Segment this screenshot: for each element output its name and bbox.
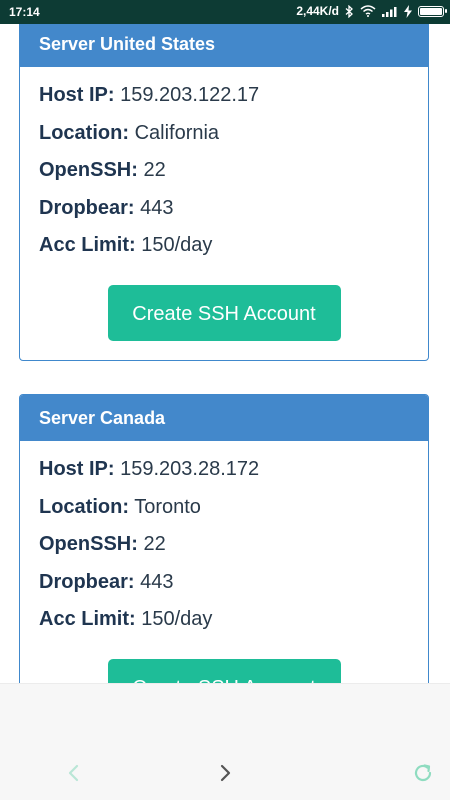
status-icons: 2,44K/d	[296, 4, 447, 18]
dropbear-value: 443	[140, 570, 174, 593]
openssh-row: OpenSSH: 22	[39, 152, 409, 190]
dropbear-label: Dropbear:	[39, 570, 135, 593]
forward-icon[interactable]	[207, 755, 243, 791]
back-icon[interactable]	[56, 755, 92, 791]
location-row: Location: Toronto	[39, 489, 409, 527]
server-card-title: Server Canada	[20, 395, 428, 441]
host-ip-value: 159.203.28.172	[120, 458, 260, 480]
signal-icon	[382, 6, 398, 17]
status-time: 17:14	[9, 5, 40, 19]
server-card-details: Host IP: 159.203.28.172 Location: Toront…	[20, 441, 428, 683]
acc-limit-label: Acc Limit:	[39, 608, 136, 630]
server-card-title: Server United States	[20, 24, 428, 67]
openssh-value: 22	[143, 533, 166, 555]
host-ip-row: Host IP: 159.203.122.17	[39, 77, 409, 115]
openssh-label: OpenSSH:	[39, 159, 138, 181]
acc-limit-value: 150/day	[141, 234, 213, 256]
create-ssh-account-button[interactable]: Create SSH Account	[107, 658, 341, 683]
location-row: Location: California	[39, 115, 409, 153]
battery-icon	[418, 5, 447, 17]
host-ip-label: Host IP:	[39, 458, 115, 480]
dropbear-row: Dropbear: 443	[39, 564, 409, 602]
acc-limit-value: 150/day	[141, 608, 213, 630]
dropbear-row: Dropbear: 443	[39, 190, 409, 228]
dropbear-label: Dropbear:	[39, 196, 135, 219]
server-card-united-states: Server United States Host IP: 159.203.12…	[19, 24, 429, 361]
acc-limit-row: Acc Limit: 150/day	[39, 227, 409, 265]
host-ip-label: Host IP:	[39, 84, 115, 106]
host-ip-value: 159.203.122.17	[120, 84, 260, 106]
server-list: Server United States Host IP: 159.203.12…	[0, 24, 450, 683]
create-ssh-account-button[interactable]: Create SSH Account	[107, 284, 341, 341]
location-value: Toronto	[134, 495, 201, 518]
status-bar: 17:14 2,44K/d	[0, 0, 450, 24]
dropbear-value: 443	[140, 196, 174, 219]
openssh-value: 22	[143, 159, 166, 181]
server-card-details: Host IP: 159.203.122.17 Location: Califo…	[20, 67, 428, 360]
location-value: California	[134, 121, 220, 144]
location-label: Location:	[39, 121, 129, 144]
network-speed: 2,44K/d	[296, 4, 339, 18]
host-ip-row: Host IP: 159.203.28.172	[39, 451, 409, 489]
bluetooth-icon	[345, 4, 354, 18]
openssh-row: OpenSSH: 22	[39, 526, 409, 564]
acc-limit-row: Acc Limit: 150/day	[39, 601, 409, 639]
charging-icon	[404, 4, 412, 18]
openssh-label: OpenSSH:	[39, 533, 138, 555]
refresh-icon[interactable]	[405, 755, 441, 791]
server-card-canada: Server Canada Host IP: 159.203.28.172 Lo…	[19, 394, 429, 683]
wifi-icon	[360, 5, 376, 17]
acc-limit-label: Acc Limit:	[39, 234, 136, 256]
location-label: Location:	[39, 495, 129, 518]
